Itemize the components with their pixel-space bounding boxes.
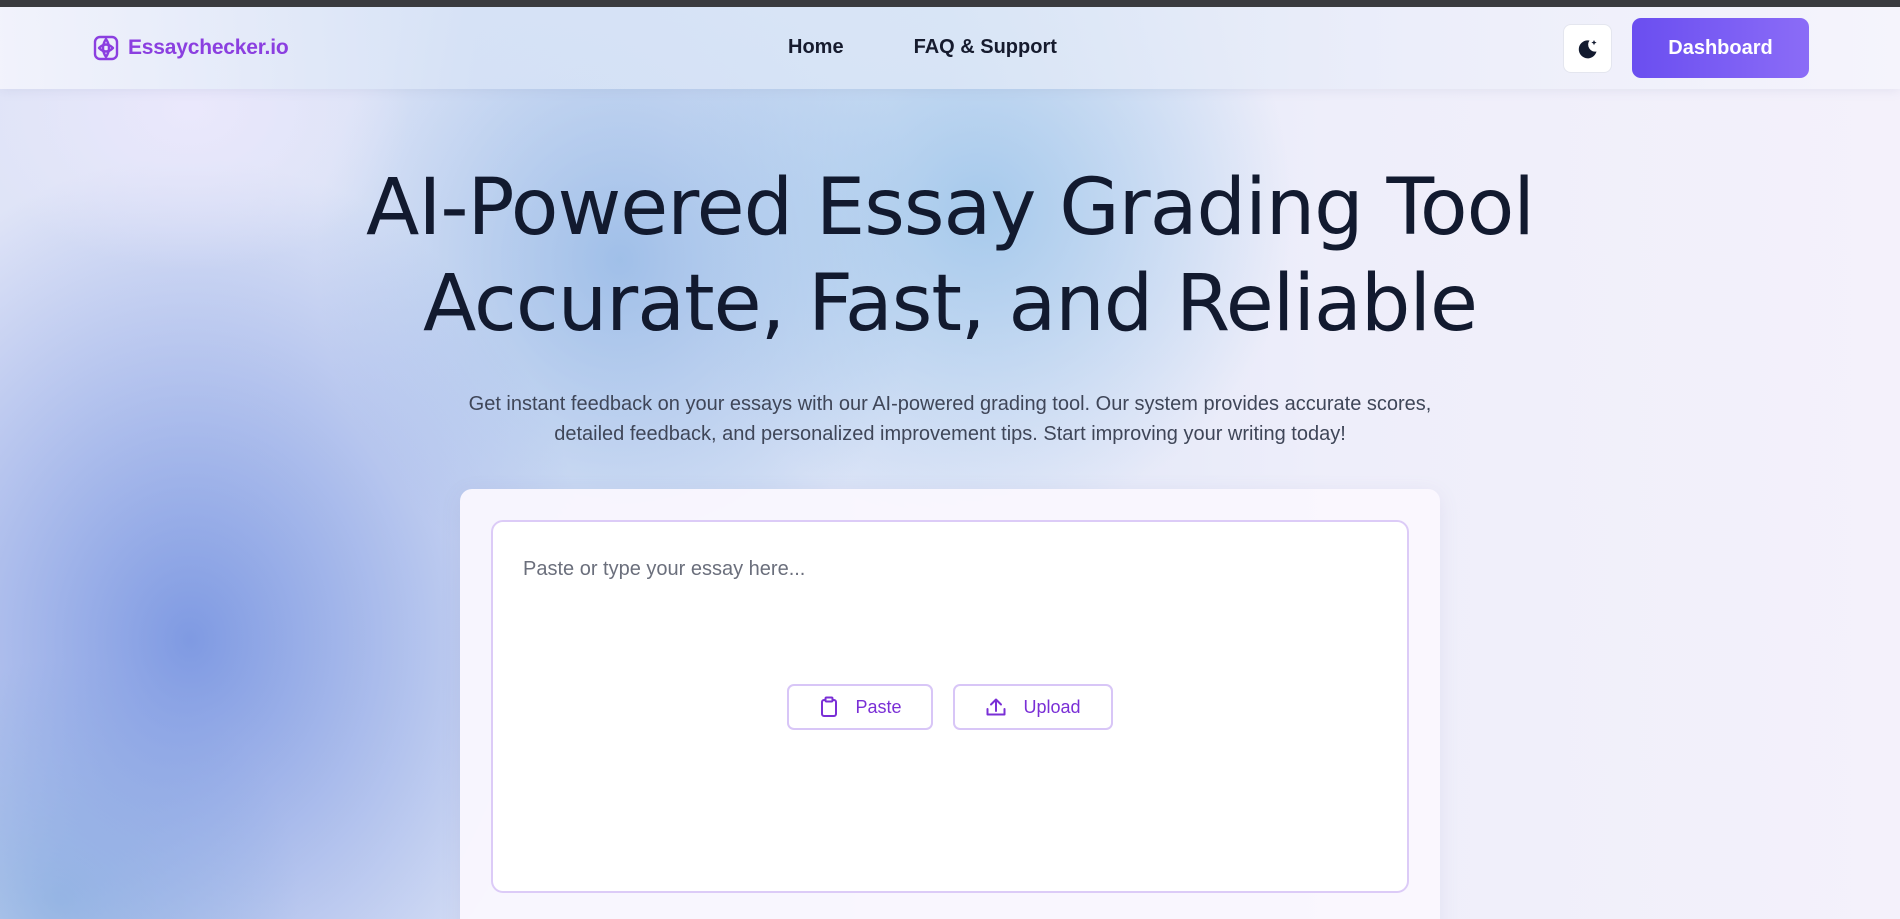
- editor-actions: Paste Upload: [493, 684, 1407, 730]
- nav-link-faq-support[interactable]: FAQ & Support: [914, 36, 1057, 59]
- navbar: Essaychecker.io Home FAQ & Support Dashb…: [0, 7, 1900, 89]
- upload-icon: [986, 698, 1006, 716]
- hero-subtitle-line-2: detailed feedback, and personalized impr…: [554, 423, 1346, 445]
- paste-button[interactable]: Paste: [787, 684, 934, 730]
- theme-toggle-button[interactable]: [1563, 24, 1612, 73]
- upload-button[interactable]: Upload: [953, 684, 1113, 730]
- upload-button-label: Upload: [1023, 696, 1081, 717]
- hero-title-line-1: AI-Powered Essay Grading Tool: [366, 163, 1535, 253]
- essay-editor: Paste Upload: [491, 520, 1409, 893]
- brand-logo[interactable]: Essaychecker.io: [90, 31, 289, 65]
- logo-icon: [93, 35, 119, 61]
- essay-card: Paste Upload: [460, 489, 1440, 919]
- hero-title-line-2: Accurate, Fast, and Reliable: [422, 259, 1478, 349]
- main-nav: Home FAQ & Support: [788, 36, 1057, 59]
- hero-subtitle-line-1: Get instant feedback on your essays with…: [468, 393, 1432, 415]
- brand-name: Essaychecker.io: [128, 36, 289, 59]
- browser-top-strip: [0, 0, 1900, 7]
- hero-title: AI-Powered Essay Grading Tool Accurate, …: [0, 160, 1900, 352]
- nav-link-home[interactable]: Home: [788, 36, 844, 59]
- moon-icon: [1578, 39, 1597, 58]
- paste-button-label: Paste: [855, 696, 902, 717]
- dashboard-button[interactable]: Dashboard: [1632, 18, 1809, 78]
- hero-subtitle: Get instant feedback on your essays with…: [430, 389, 1470, 449]
- clipboard-icon: [821, 696, 838, 717]
